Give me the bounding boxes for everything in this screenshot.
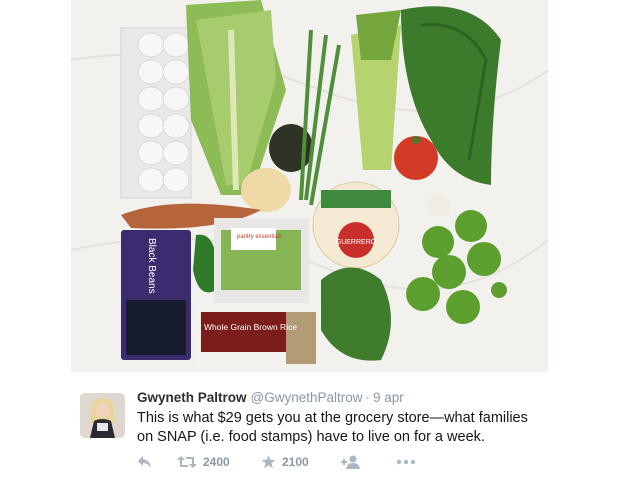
tortilla-label: GUERRERO bbox=[336, 239, 377, 246]
separator: · bbox=[365, 390, 371, 405]
tweet-header: Gwyneth Paltrow @GwynethPaltrow · 9 apr bbox=[137, 390, 404, 405]
beans-label: Black Beans bbox=[146, 238, 157, 294]
favorite-button[interactable]: 2100 bbox=[261, 455, 341, 469]
author-handle[interactable]: @GwynethPaltrow bbox=[251, 390, 363, 405]
avatar[interactable] bbox=[80, 393, 125, 438]
peas-label: pantry essentials bbox=[237, 234, 282, 240]
retweet-button[interactable]: 2400 bbox=[177, 455, 267, 469]
follow-button[interactable] bbox=[341, 455, 396, 469]
tweet-card: GUERRERO Black Beans pantry essentials W… bbox=[0, 0, 620, 481]
timestamp[interactable]: 9 apr bbox=[373, 390, 404, 405]
tweet-photo[interactable]: GUERRERO Black Beans pantry essentials W… bbox=[71, 0, 548, 372]
favorite-count: 2100 bbox=[282, 455, 309, 469]
reply-icon bbox=[138, 456, 151, 468]
reply-button[interactable] bbox=[137, 455, 181, 469]
grocery-photo: GUERRERO Black Beans pantry essentials W… bbox=[71, 0, 548, 372]
profile-image bbox=[80, 393, 125, 438]
retweet-count: 2400 bbox=[203, 455, 230, 469]
tweet-text: This is what $29 gets you at the grocery… bbox=[137, 410, 528, 445]
tweet-actions: 2400 2100 bbox=[137, 452, 426, 472]
author-name[interactable]: Gwyneth Paltrow bbox=[137, 390, 247, 405]
star-icon bbox=[261, 455, 276, 469]
rice-label: Whole Grain Brown Rice bbox=[204, 322, 297, 332]
add-user-icon bbox=[341, 455, 360, 469]
retweet-icon bbox=[177, 456, 197, 468]
more-button[interactable] bbox=[396, 459, 426, 465]
more-icon bbox=[396, 459, 416, 465]
